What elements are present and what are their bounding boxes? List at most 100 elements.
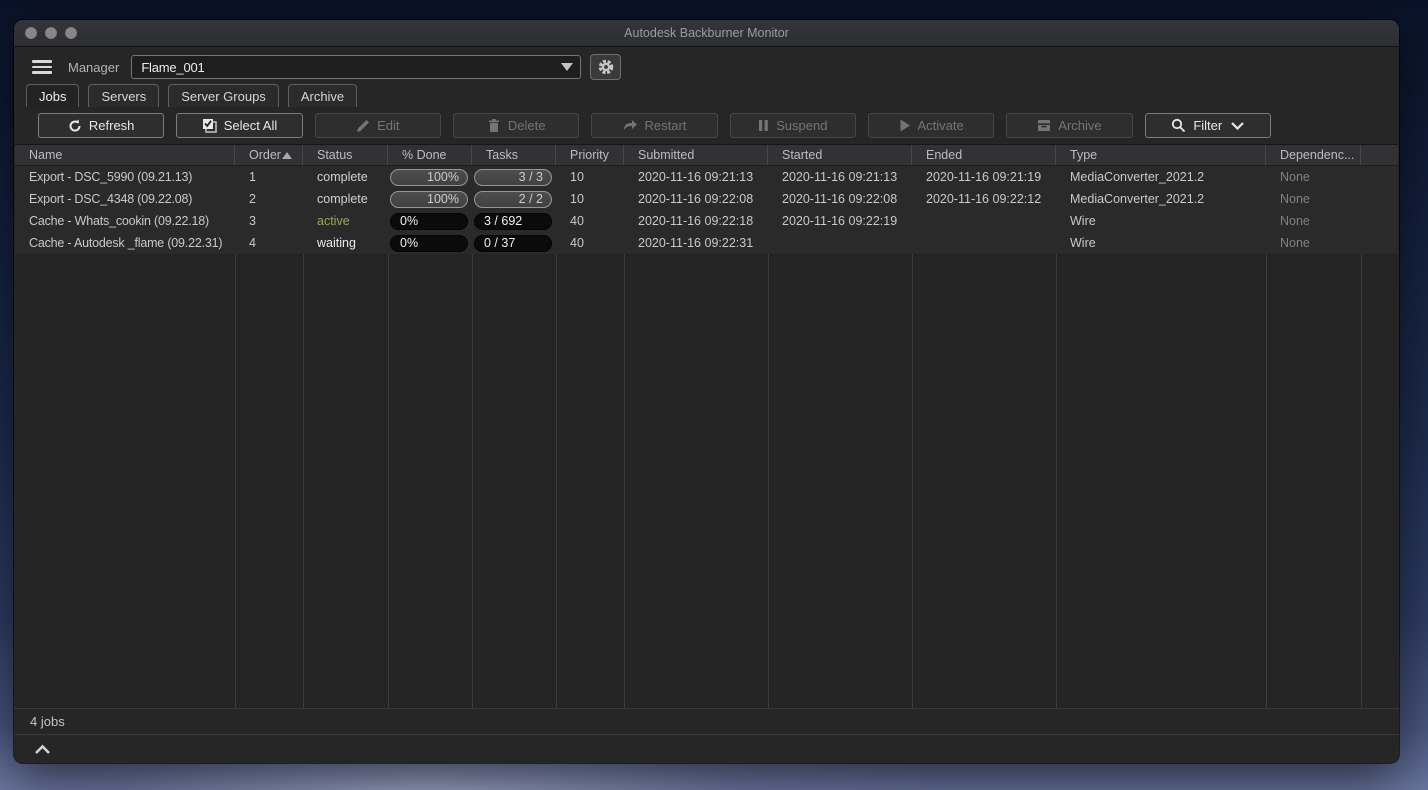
- edit-button[interactable]: Edit: [314, 113, 441, 138]
- combo-dropdown-button[interactable]: [554, 56, 580, 78]
- restart-label: Restart: [644, 118, 687, 133]
- job-priority: 10: [570, 192, 584, 206]
- column-label: Started: [782, 148, 823, 162]
- job-done-cell: 100%: [388, 188, 472, 210]
- view-tabs: Jobs Servers Server Groups Archive: [14, 83, 1399, 107]
- tab-archive[interactable]: Archive: [287, 84, 358, 107]
- tab-jobs[interactable]: Jobs: [26, 84, 80, 107]
- tab-server-groups[interactable]: Server Groups: [168, 84, 279, 107]
- status-bar: 4 jobs: [14, 708, 1399, 763]
- tasks-pill: 0 / 37: [474, 234, 552, 252]
- gear-icon: [598, 59, 614, 75]
- play-icon: [900, 119, 910, 132]
- job-submitted: 2020-11-16 09:22:31: [638, 236, 754, 250]
- job-done-cell: 0%: [388, 210, 472, 232]
- select-all-button[interactable]: Select All: [176, 113, 303, 138]
- progress-pill: 0%: [390, 234, 468, 252]
- delete-button[interactable]: Delete: [452, 113, 580, 138]
- bottom-panel-toggle-row: [14, 735, 1399, 763]
- traffic-lights: [25, 27, 77, 39]
- zoom-window-button[interactable]: [65, 27, 77, 39]
- tab-servers-label: Servers: [101, 88, 147, 104]
- archive-button[interactable]: Archive: [1006, 113, 1133, 138]
- title-bar: Autodesk Backburner Monitor: [14, 20, 1399, 47]
- filter-button[interactable]: Filter: [1144, 113, 1271, 138]
- row-filler: [1361, 210, 1398, 232]
- job-toolbar: Refresh Select All Edit Delete Restart S…: [14, 107, 1271, 144]
- row-filler: [1361, 232, 1398, 254]
- row-filler: [1361, 188, 1398, 210]
- job-order: 4: [249, 236, 256, 250]
- refresh-button[interactable]: Refresh: [38, 113, 165, 138]
- job-type: Wire: [1070, 236, 1096, 250]
- job-submitted: 2020-11-16 09:22:18: [638, 214, 754, 228]
- column-header-order[interactable]: Order: [235, 145, 303, 165]
- job-ended: 2020-11-16 09:21:19: [926, 170, 1042, 184]
- table-row[interactable]: Export - DSC_5990 (09.21.13) 1 complete …: [15, 166, 1398, 188]
- edit-label: Edit: [377, 118, 400, 133]
- column-header-tasks[interactable]: Tasks: [472, 145, 556, 165]
- jobs-table: Name Order Status % Done Tasks Priority …: [15, 144, 1398, 708]
- menu-icon[interactable]: [32, 60, 52, 74]
- job-dependencies: None: [1280, 214, 1310, 228]
- chevron-up-icon: [35, 744, 50, 754]
- suspend-label: Suspend: [776, 118, 828, 133]
- column-header-dependencies[interactable]: Dependenc...: [1266, 145, 1361, 165]
- column-header-name[interactable]: Name: [15, 145, 235, 165]
- column-label: Ended: [926, 148, 963, 162]
- table-row[interactable]: Cache - Whats_cookin (09.22.18) 3 active…: [15, 210, 1398, 232]
- job-dependencies: None: [1280, 192, 1310, 206]
- job-status: complete: [317, 170, 368, 184]
- job-started: 2020-11-16 09:22:19: [782, 214, 898, 228]
- table-row[interactable]: Cache - Autodesk _flame (09.22.31) 4 wai…: [15, 232, 1398, 254]
- tab-servers[interactable]: Servers: [88, 84, 160, 107]
- column-header-status[interactable]: Status: [303, 145, 388, 165]
- chevron-down-icon: [1231, 121, 1245, 130]
- job-done-cell: 0%: [388, 232, 472, 254]
- column-label: Type: [1070, 148, 1098, 162]
- expand-panel-button[interactable]: [34, 744, 51, 755]
- manager-select[interactable]: Flame_001: [131, 55, 582, 79]
- job-tasks-cell: 0 / 37: [472, 232, 556, 254]
- job-tasks-cell: 3 / 692: [472, 210, 556, 232]
- restart-button[interactable]: Restart: [591, 113, 718, 138]
- column-header-filler: [1361, 145, 1398, 165]
- column-header-done[interactable]: % Done: [388, 145, 472, 165]
- job-name: Export - DSC_5990 (09.21.13): [29, 170, 193, 184]
- manager-row: Manager Flame_001: [14, 47, 1399, 83]
- column-header-submitted[interactable]: Submitted: [624, 145, 768, 165]
- manager-selected-value: Flame_001: [141, 59, 205, 75]
- job-priority: 40: [570, 214, 584, 228]
- job-started: 2020-11-16 09:21:13: [782, 170, 898, 184]
- job-ended: 2020-11-16 09:22:12: [926, 192, 1042, 206]
- column-header-priority[interactable]: Priority: [556, 145, 624, 165]
- edit-icon: [357, 119, 370, 132]
- job-ended: [912, 232, 1056, 254]
- job-dependencies: None: [1280, 170, 1310, 184]
- job-dependencies: None: [1280, 236, 1310, 250]
- job-done-cell: 100%: [388, 166, 472, 188]
- tab-server-groups-label: Server Groups: [181, 88, 266, 104]
- column-label: Tasks: [486, 148, 518, 162]
- job-status: waiting: [317, 236, 356, 250]
- refresh-icon: [69, 119, 81, 132]
- settings-button[interactable]: [590, 54, 622, 80]
- column-header-started[interactable]: Started: [768, 145, 912, 165]
- job-name: Export - DSC_4348 (09.22.08): [29, 192, 193, 206]
- job-type: MediaConverter_2021.2: [1070, 192, 1205, 206]
- table-row[interactable]: Export - DSC_4348 (09.22.08) 2 complete …: [15, 188, 1398, 210]
- suspend-button[interactable]: Suspend: [729, 113, 856, 138]
- job-priority: 40: [570, 236, 584, 250]
- trash-icon: [488, 118, 499, 132]
- column-header-type[interactable]: Type: [1056, 145, 1266, 165]
- jobs-count: 4 jobs: [14, 709, 1399, 735]
- activate-button[interactable]: Activate: [867, 113, 995, 138]
- minimize-window-button[interactable]: [45, 27, 57, 39]
- activate-label: Activate: [917, 118, 964, 133]
- close-window-button[interactable]: [25, 27, 37, 39]
- column-label: Name: [29, 148, 63, 162]
- job-submitted: 2020-11-16 09:22:08: [638, 192, 754, 206]
- pause-icon: [759, 120, 768, 131]
- column-header-ended[interactable]: Ended: [912, 145, 1056, 165]
- row-filler: [1361, 166, 1398, 188]
